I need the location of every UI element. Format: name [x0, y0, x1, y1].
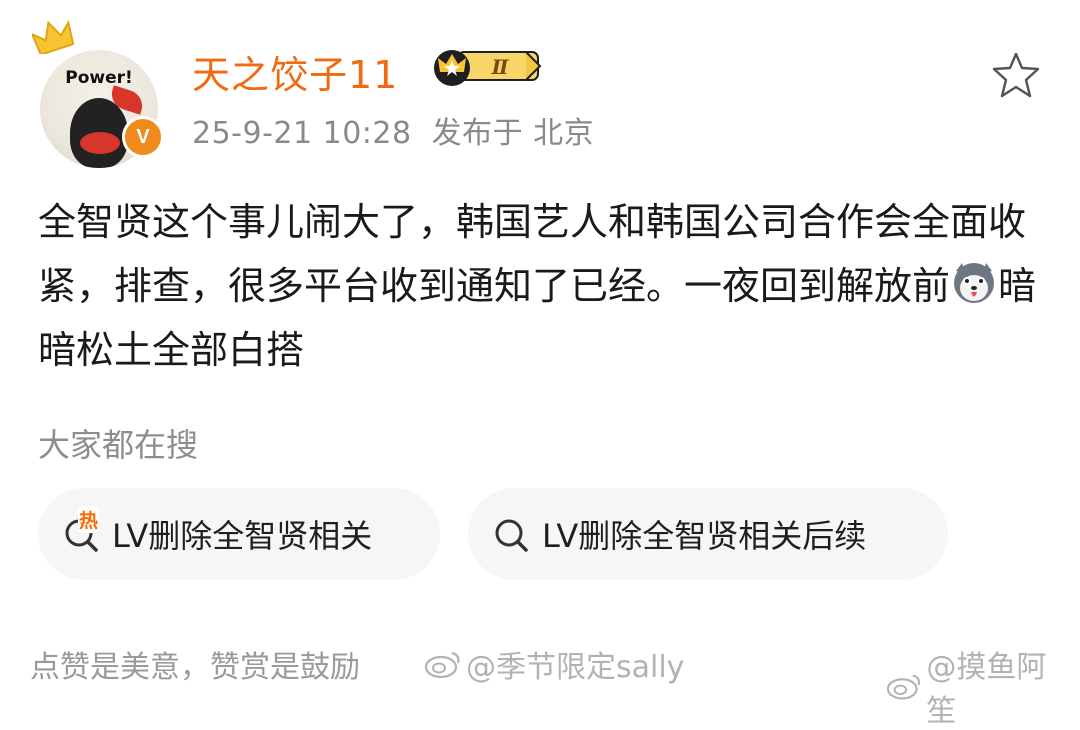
crown-icon — [32, 20, 74, 54]
post-text: 全智贤这个事儿闹大了，韩国艺人和韩国公司合作会全面收紧，排查，很多平台收到通知了… — [38, 190, 1048, 382]
favorite-star-icon[interactable] — [990, 50, 1042, 100]
weibo-logo-icon — [886, 674, 920, 700]
watermark-text: @摸鱼阿笙 — [926, 650, 1047, 729]
author-avatar-container[interactable]: Power! V — [32, 20, 166, 168]
footer-text: 点赞是美意，赞赏是鼓励 — [30, 650, 360, 685]
avatar-power-text: Power! — [65, 68, 133, 88]
post-text-part1: 全智贤这个事儿闹大了，韩国艺人和韩国公司合作会全面收紧，排查，很多平台收到通知了… — [38, 200, 1027, 308]
verified-badge: V — [122, 116, 164, 158]
weibo-logo-icon — [424, 651, 460, 679]
post-meta: 25-9-21 10:28 发布于 北京 — [192, 108, 594, 152]
author-name[interactable]: 天之饺子11 — [192, 44, 398, 99]
watermark-2: @摸鱼阿笙 — [886, 642, 1070, 730]
watermark-1: @季节限定sally — [424, 642, 684, 686]
vip-level-badge-icon: Ⅱ — [434, 50, 542, 86]
post-time: 25-9-21 10:28 — [192, 116, 412, 151]
footer: 点赞是美意，赞赏是鼓励 @季节限定sally @摸鱼阿笙 — [30, 642, 1070, 729]
search-section-title: 大家都在搜 — [38, 426, 199, 464]
search-suggestion-label: LV删除全智贤相关 — [112, 517, 373, 555]
search-suggestion-1[interactable]: 热 LV删除全智贤相关 — [38, 488, 440, 580]
search-suggestion-label: LV删除全智贤相关后续 — [542, 517, 867, 555]
watermark-text: @季节限定sally — [466, 650, 685, 685]
level-badge-text: Ⅱ — [491, 55, 510, 79]
husky-emoji-icon — [954, 263, 995, 303]
hot-label: 热 — [78, 506, 100, 533]
post-location: 发布于 北京 — [431, 116, 595, 151]
search-hot-icon: 热 — [62, 506, 102, 554]
search-icon — [492, 514, 532, 554]
search-suggestion-2[interactable]: LV删除全智贤相关后续 — [468, 488, 948, 580]
